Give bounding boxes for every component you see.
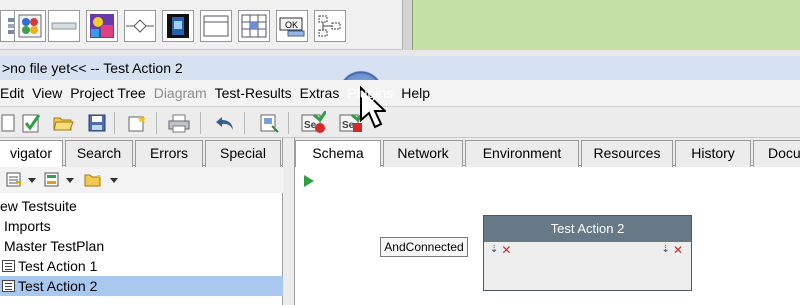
add-child-dropdown-icon[interactable] bbox=[44, 172, 78, 191]
input-pin-icon[interactable]: ⇣ bbox=[490, 245, 498, 255]
toolbar-separator bbox=[114, 112, 115, 134]
menu-diagram[interactable]: Diagram bbox=[150, 80, 211, 106]
menu-help[interactable]: Help bbox=[397, 80, 434, 106]
connector-label[interactable]: AndConnected bbox=[380, 237, 468, 257]
tab-schema[interactable]: Schema bbox=[295, 140, 381, 168]
tree-diagram-icon[interactable] bbox=[314, 10, 346, 42]
tree-item-label: ew Testsuite bbox=[0, 198, 77, 214]
schema-canvas[interactable]: AndConnected Test Action 2 ⇣ ✕ ⇣ ✕ bbox=[295, 196, 800, 305]
menu-test-results[interactable]: Test-Results bbox=[211, 80, 296, 106]
tab-special[interactable]: Special bbox=[205, 140, 281, 167]
left-tab-row: vigator Search Errors Special bbox=[0, 138, 282, 168]
test-action-icon bbox=[2, 260, 15, 272]
tree-item-label: Imports bbox=[4, 218, 51, 234]
new-item-icon[interactable] bbox=[124, 110, 150, 136]
export-icon[interactable] bbox=[256, 110, 282, 136]
schema-tools bbox=[295, 167, 800, 193]
green-canvas-area bbox=[412, 0, 800, 50]
input-ports: ⇣ ✕ bbox=[490, 244, 511, 256]
save-icon[interactable] bbox=[84, 110, 110, 136]
tree-item-master-testplan[interactable]: Master TestPlan bbox=[0, 236, 283, 256]
svg-text:Se: Se bbox=[342, 120, 355, 131]
tab-history[interactable]: History bbox=[675, 140, 751, 167]
tab-docu[interactable]: Docu bbox=[753, 140, 800, 167]
menu-project-tree[interactable]: Project Tree bbox=[66, 80, 149, 106]
tab-errors[interactable]: Errors bbox=[135, 140, 203, 167]
tree-item-imports[interactable]: Imports bbox=[0, 216, 283, 236]
window-title: >no file yet<< -- Test Action 2 bbox=[0, 56, 800, 80]
test-action-node[interactable]: Test Action 2 ⇣ ✕ ⇣ ✕ bbox=[483, 215, 692, 291]
menu-bar: Edit View Project Tree Diagram Test-Resu… bbox=[0, 80, 800, 106]
toolbar-separator bbox=[244, 112, 245, 134]
navigator-tools bbox=[0, 167, 283, 193]
image-icon[interactable] bbox=[86, 10, 118, 42]
info-cancel-icon[interactable] bbox=[14, 10, 46, 42]
main-toolbar: Se Se bbox=[0, 106, 800, 138]
remove-output-icon[interactable]: ✕ bbox=[673, 244, 683, 256]
tab-navigator[interactable]: vigator bbox=[0, 140, 63, 168]
right-tab-row: Schema Network Environment Resources His… bbox=[295, 138, 800, 168]
menu-edit[interactable]: Edit bbox=[0, 80, 28, 106]
new-document-icon[interactable] bbox=[0, 110, 20, 136]
toolbar-separator bbox=[200, 112, 201, 134]
toolbar-separator bbox=[156, 112, 157, 134]
element-palette: OK bbox=[0, 0, 412, 50]
table-icon[interactable] bbox=[238, 10, 270, 42]
film-icon[interactable] bbox=[162, 10, 194, 42]
tab-network[interactable]: Network bbox=[383, 140, 463, 167]
tree-item-testsuite[interactable]: ew Testsuite bbox=[0, 196, 283, 216]
folder-dropdown-icon[interactable] bbox=[84, 172, 120, 191]
checklist-icon[interactable] bbox=[18, 110, 44, 136]
toolbar-separator bbox=[288, 112, 289, 134]
project-tree: ew Testsuite Imports Master TestPlan Tes… bbox=[0, 196, 283, 296]
add-node-dropdown-icon[interactable] bbox=[6, 172, 40, 191]
menu-plugins[interactable]: Plugins bbox=[343, 80, 397, 106]
print-icon[interactable] bbox=[166, 110, 192, 136]
tab-environment[interactable]: Environment bbox=[465, 140, 579, 167]
node-title: Test Action 2 bbox=[484, 216, 691, 242]
diamond-connector-icon[interactable] bbox=[124, 10, 156, 42]
run-icon[interactable] bbox=[303, 174, 315, 191]
undo-icon[interactable] bbox=[212, 110, 238, 136]
bar-icon[interactable] bbox=[48, 10, 80, 42]
open-folder-icon[interactable] bbox=[50, 110, 76, 136]
tree-item-test-action-2[interactable]: Test Action 2 bbox=[0, 276, 283, 296]
output-pin-icon[interactable]: ⇣ bbox=[662, 245, 670, 255]
tree-item-label: Test Action 2 bbox=[18, 278, 98, 294]
remove-input-icon[interactable]: ✕ bbox=[501, 244, 511, 256]
tab-search[interactable]: Search bbox=[65, 140, 133, 167]
navigator-panel: vigator Search Errors Special ew Testsui… bbox=[0, 138, 283, 305]
tree-item-label: Master TestPlan bbox=[4, 238, 105, 254]
panel-icon[interactable] bbox=[200, 10, 232, 42]
palette-separator bbox=[402, 0, 412, 50]
output-ports: ⇣ ✕ bbox=[662, 244, 683, 256]
ok-button-icon[interactable]: OK bbox=[276, 10, 308, 42]
svg-text:Se: Se bbox=[304, 120, 317, 131]
selenium-record-icon[interactable]: Se bbox=[300, 110, 326, 136]
panel-splitter[interactable] bbox=[283, 138, 295, 305]
menu-extras[interactable]: Extras bbox=[296, 80, 344, 106]
ok-label: OK bbox=[285, 20, 298, 30]
schema-panel: Schema Network Environment Resources His… bbox=[295, 138, 800, 305]
test-action-icon bbox=[2, 280, 15, 292]
tree-item-label: Test Action 1 bbox=[18, 258, 98, 274]
tree-item-test-action-1[interactable]: Test Action 1 bbox=[0, 256, 283, 276]
menu-view[interactable]: View bbox=[28, 80, 66, 106]
tab-resources[interactable]: Resources bbox=[581, 140, 673, 167]
